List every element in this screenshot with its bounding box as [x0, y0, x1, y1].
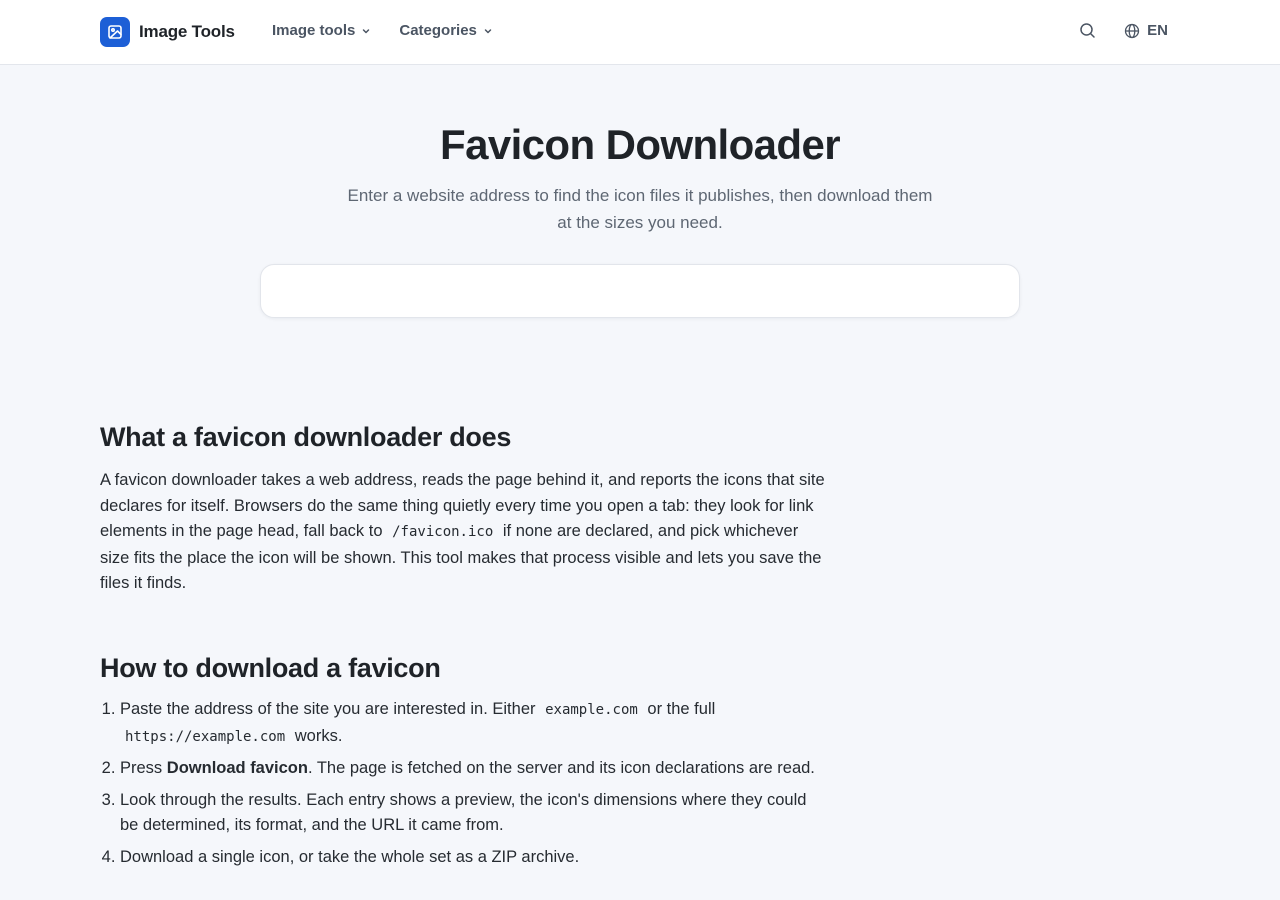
website-url-input[interactable] [261, 265, 1019, 317]
inline-code: /favicon.ico [392, 524, 494, 541]
search-button[interactable] [1079, 22, 1096, 39]
url-input-card [260, 264, 1020, 318]
inline-code: example.com [545, 701, 638, 718]
nav-categories-label: Categories [399, 22, 477, 39]
section-paragraph-what: A favicon downloader takes a web address… [100, 468, 825, 597]
language-selector[interactable]: EN [1124, 22, 1168, 39]
top-navigation-bar: Image Tools Image tools Categories EN [0, 0, 1280, 65]
chevron-down-icon [363, 28, 370, 33]
step-emphasis: Download favicon [166, 759, 308, 778]
nav-image-tools-label: Image tools [272, 22, 356, 39]
list-item: Press Download favicon. The page is fetc… [120, 756, 825, 782]
globe-icon [1125, 23, 1140, 38]
brand-name: Image Tools [139, 22, 235, 41]
list-item: Download a single icon, or take the whol… [120, 845, 825, 871]
list-item: Paste the address of the site you are in… [120, 697, 825, 750]
step-text: works. [294, 726, 343, 745]
main-nav: Image tools Categories [272, 22, 493, 39]
step-text: or the full [647, 699, 716, 718]
image-icon [100, 17, 130, 47]
inline-code: https://example.com [125, 728, 286, 745]
steps-list: Paste the address of the site you are in… [100, 697, 825, 871]
language-label: EN [1147, 22, 1168, 39]
hero-section: Favicon Downloader Enter a website addre… [0, 65, 1280, 318]
search-icon [1080, 23, 1095, 38]
page-title: Favicon Downloader [440, 121, 841, 168]
header-actions: EN [1079, 22, 1168, 39]
nav-image-tools-dropdown[interactable]: Image tools [272, 22, 371, 39]
page-subtitle: Enter a website address to find the icon… [347, 186, 933, 232]
section-heading-what: What a favicon downloader does [100, 422, 512, 452]
brand-link[interactable]: Image Tools [100, 17, 235, 47]
chevron-down-icon [484, 28, 492, 33]
nav-categories-dropdown[interactable]: Categories [399, 22, 493, 39]
list-item: Look through the results. Each entry sho… [120, 788, 825, 839]
step-text: Paste the address of the site you are in… [120, 699, 536, 718]
step-text: . The page is fetched on the server and … [307, 759, 815, 778]
step-text: Press [120, 759, 163, 778]
article-content: What a favicon downloader does A favicon… [100, 418, 825, 877]
section-heading-how: How to download a favicon [100, 652, 441, 683]
